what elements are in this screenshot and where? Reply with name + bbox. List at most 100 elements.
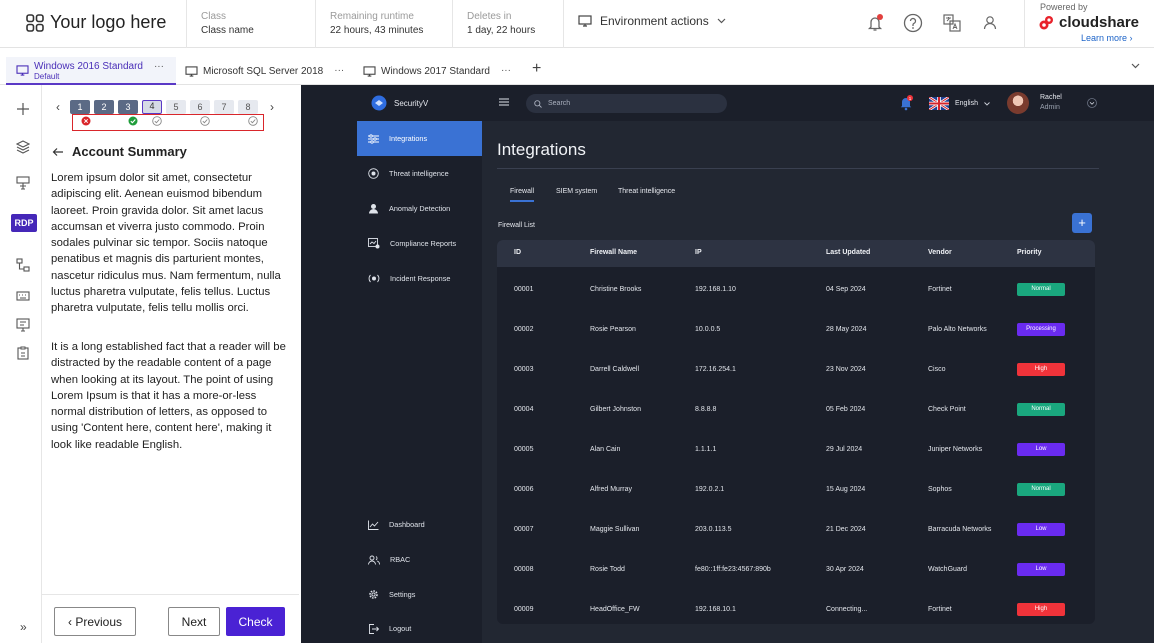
column-header-priority[interactable]: Priority	[1017, 249, 1042, 256]
vm-screen: SecurityV Search 1 English Rachel Admin …	[301, 85, 1154, 643]
network-icon[interactable]	[16, 258, 30, 272]
tab-siem-system[interactable]: SIEM system	[556, 188, 597, 195]
tab-more-icon[interactable]: ···	[334, 65, 344, 76]
tab-windows-2017[interactable]: Windows 2017 Standard ···	[358, 57, 528, 85]
chevron-down-icon[interactable]	[1131, 63, 1140, 69]
tab-more-icon[interactable]: ···	[154, 61, 164, 72]
app-notification-icon[interactable]: 1	[899, 95, 913, 111]
language-label: English	[955, 100, 978, 107]
tab-sublabel: Default	[34, 72, 60, 81]
step-8[interactable]: 8	[238, 100, 258, 114]
cell-vendor: Cisco	[928, 366, 946, 373]
runtime-info: Remaining runtime 22 hours, 43 minutes	[330, 10, 423, 38]
check-button[interactable]: Check	[226, 607, 285, 636]
app-logo[interactable]: SecurityV	[371, 95, 428, 111]
step-1[interactable]: 1	[70, 100, 90, 114]
tab-label: Windows 2016 Standard	[34, 61, 143, 72]
table-row[interactable]	[497, 472, 1095, 512]
nav-rbac[interactable]: RBAC	[357, 542, 482, 577]
priority-badge: Low	[1017, 563, 1065, 576]
nav-integrations[interactable]: Integrations	[357, 121, 482, 156]
logo-text: Your logo here	[50, 12, 167, 32]
add-firewall-button[interactable]: +	[1072, 213, 1092, 233]
step-2[interactable]: 2	[94, 100, 114, 114]
hamburger-menu-icon[interactable]	[499, 98, 509, 106]
tab-threat-intelligence[interactable]: Threat intelligence	[618, 188, 675, 195]
keyboard-icon[interactable]	[16, 290, 30, 302]
app-name: SecurityV	[394, 98, 429, 108]
notifications-icon[interactable]	[865, 13, 885, 33]
expand-panel-icon[interactable]: »	[20, 620, 27, 634]
table-row[interactable]	[497, 392, 1095, 432]
table-row[interactable]	[497, 512, 1095, 552]
column-header-id[interactable]: ID	[514, 249, 521, 256]
layers-icon[interactable]	[16, 140, 30, 154]
nav-settings[interactable]: Settings	[357, 577, 482, 612]
translate-icon[interactable]	[942, 13, 962, 33]
step-5[interactable]: 5	[166, 100, 186, 114]
cloudshare-brand: cloudshare	[1059, 14, 1140, 31]
avatar[interactable]	[1007, 92, 1029, 114]
powered-by-label: Powered by	[1040, 2, 1088, 12]
nav-threat-intelligence[interactable]: Threat intelligence	[357, 156, 482, 191]
clipboard-icon[interactable]	[16, 346, 30, 360]
rdp-button[interactable]: RDP	[11, 214, 37, 232]
console-icon[interactable]	[16, 176, 30, 190]
next-button[interactable]: Next	[168, 607, 220, 636]
table-row[interactable]	[497, 312, 1095, 352]
cloudshare-mark-icon	[1039, 15, 1053, 29]
next-step-arrow[interactable]: ›	[270, 100, 274, 114]
broadcast-icon	[368, 274, 380, 283]
chevron-down-icon	[984, 101, 990, 106]
learn-more-link[interactable]: Learn more ›	[1081, 33, 1133, 43]
cell-ip: 1.1.1.1	[695, 446, 717, 453]
column-header-ip[interactable]: IP	[695, 249, 702, 256]
user-icon[interactable]	[981, 14, 999, 32]
step-navigator: ‹ 1 2 3 4 5 6 7 8 ›	[56, 100, 274, 114]
step-6[interactable]: 6	[190, 100, 210, 114]
environment-actions-label: Environment actions	[600, 14, 709, 28]
table-row[interactable]	[497, 272, 1095, 312]
column-header-name[interactable]: Firewall Name	[590, 249, 637, 256]
prev-step-arrow[interactable]: ‹	[56, 100, 60, 114]
environment-actions-button[interactable]: Environment actions	[578, 14, 726, 28]
add-tab-icon[interactable]: +	[532, 60, 541, 78]
tab-sql-server-2018[interactable]: Microsoft SQL Server 2018 ···	[180, 57, 350, 85]
cell-vendor: WatchGuard	[928, 566, 968, 573]
panel-title: Account Summary	[72, 144, 187, 159]
nav-dashboard[interactable]: Dashboard	[357, 507, 482, 542]
tab-label: Microsoft SQL Server 2018	[203, 66, 324, 77]
gear-icon	[369, 590, 378, 599]
nav-compliance-reports[interactable]: Compliance Reports	[357, 226, 482, 261]
step-4[interactable]: 4	[142, 100, 162, 114]
table-row[interactable]	[497, 552, 1095, 592]
priority-badge: Normal	[1017, 283, 1065, 296]
step-7[interactable]: 7	[214, 100, 234, 114]
tab-firewall[interactable]: Firewall	[510, 188, 535, 202]
back-arrow-icon[interactable]	[52, 147, 64, 157]
table-row[interactable]	[497, 352, 1095, 392]
user-menu-icon[interactable]	[1087, 98, 1097, 108]
add-icon[interactable]	[16, 102, 30, 116]
screen-icon[interactable]	[16, 318, 30, 332]
tab-windows-2016[interactable]: Windows 2016 Standard Default ···	[6, 57, 176, 85]
cell-updated: 29 Jul 2024	[826, 446, 863, 453]
nav-anomaly-detection[interactable]: Anomaly Detection	[357, 191, 482, 226]
app-search-input[interactable]: Search	[526, 94, 727, 113]
cell-vendor: Sophos	[928, 486, 952, 493]
priority-badge: Processing	[1017, 323, 1065, 336]
nav-logout[interactable]: Logout	[357, 611, 482, 643]
table-row[interactable]	[497, 432, 1095, 472]
help-icon[interactable]	[903, 13, 923, 33]
language-selector[interactable]: English	[929, 97, 990, 110]
user-name: Rachel	[1040, 94, 1062, 101]
priority-badge: Low	[1017, 443, 1065, 456]
nav-incident-response[interactable]: Incident Response	[357, 261, 482, 296]
previous-button[interactable]: ‹ Previous	[54, 607, 136, 636]
column-header-updated[interactable]: Last Updated	[826, 249, 870, 256]
column-header-vendor[interactable]: Vendor	[928, 249, 952, 256]
table-row[interactable]	[497, 592, 1095, 624]
divider	[42, 594, 299, 595]
tab-more-icon[interactable]: ···	[501, 65, 511, 76]
step-3[interactable]: 3	[118, 100, 138, 114]
